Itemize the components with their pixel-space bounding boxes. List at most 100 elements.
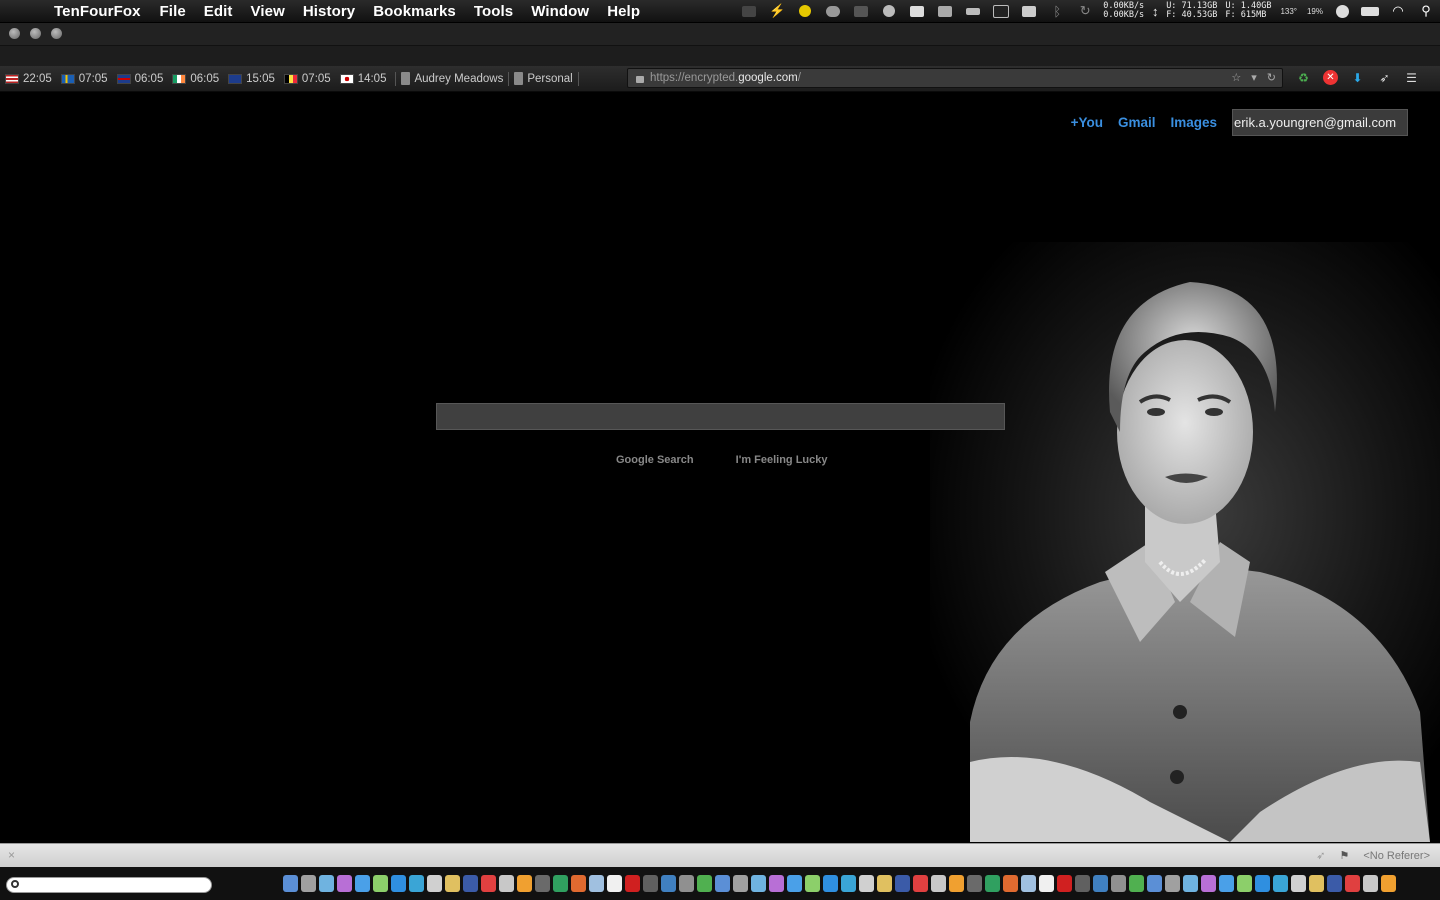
dock-app-icon[interactable] bbox=[589, 875, 604, 892]
account-button[interactable]: erik.a.youngren@gmail.com bbox=[1232, 109, 1408, 136]
dock-app-icon[interactable] bbox=[1057, 875, 1072, 892]
dock-app-icon[interactable] bbox=[463, 875, 478, 892]
recycle-icon[interactable]: ♻ bbox=[1296, 70, 1311, 85]
dock-app-icon[interactable] bbox=[1039, 875, 1054, 892]
dock-app-icon[interactable] bbox=[301, 875, 316, 892]
dock-app-icon[interactable] bbox=[1075, 875, 1090, 892]
dock-app-icon[interactable] bbox=[859, 875, 874, 892]
battery-device-icon[interactable] bbox=[959, 0, 987, 22]
dock-app-icon[interactable] bbox=[625, 875, 640, 892]
world-clock-gb[interactable]: 06:05 bbox=[116, 73, 163, 85]
dock-app-icon[interactable] bbox=[1093, 875, 1108, 892]
menu-view[interactable]: View bbox=[242, 3, 294, 20]
dock-app-icon[interactable] bbox=[697, 875, 712, 892]
dock-app-icon[interactable] bbox=[1219, 875, 1234, 892]
search-input[interactable] bbox=[436, 403, 1005, 430]
dock-app-icon[interactable] bbox=[409, 875, 424, 892]
dock-app-icon[interactable] bbox=[823, 875, 838, 892]
dock-app-icon[interactable] bbox=[571, 875, 586, 892]
world-clock-ie[interactable]: 06:05 bbox=[172, 73, 219, 85]
list-icon[interactable] bbox=[847, 0, 875, 22]
bluetooth-icon[interactable]: ᛒ bbox=[1043, 0, 1071, 22]
dock-app-icon[interactable] bbox=[877, 875, 892, 892]
lock-icon[interactable] bbox=[636, 75, 644, 83]
dock-app-icon[interactable] bbox=[769, 875, 784, 892]
plus-you-link[interactable]: +You bbox=[1071, 115, 1103, 130]
sync-icon[interactable]: ↻ bbox=[1071, 0, 1099, 22]
dock-app-icon[interactable] bbox=[787, 875, 802, 892]
close-icon[interactable]: × bbox=[8, 848, 15, 862]
dock-app-icon[interactable] bbox=[931, 875, 946, 892]
dock-app-icon[interactable] bbox=[949, 875, 964, 892]
dock-app-icon[interactable] bbox=[1165, 875, 1180, 892]
dock-app-icon[interactable] bbox=[283, 875, 298, 892]
dock-app-icon[interactable] bbox=[1003, 875, 1018, 892]
zoom-window-icon[interactable] bbox=[51, 28, 62, 39]
stop-icon[interactable]: ✕ bbox=[1323, 70, 1338, 85]
world-clock-se[interactable]: 07:05 bbox=[60, 73, 108, 85]
dock-app-icon[interactable] bbox=[1327, 875, 1342, 892]
url-bar[interactable]: https:// encrypted. google.com / ☆ ▾ ↻ bbox=[627, 68, 1283, 88]
flag-icon[interactable]: ⚑ bbox=[1339, 849, 1349, 862]
dock-app-icon[interactable] bbox=[1291, 875, 1306, 892]
dock-app-icon[interactable] bbox=[1363, 875, 1378, 892]
dock-app-icon[interactable] bbox=[499, 875, 514, 892]
dock-app-icon[interactable] bbox=[517, 875, 532, 892]
dock-app-icon[interactable] bbox=[1237, 875, 1252, 892]
menu-file[interactable]: File bbox=[151, 3, 195, 20]
warning-icon[interactable] bbox=[791, 0, 819, 22]
menu-icon[interactable]: ☰ bbox=[1404, 70, 1419, 85]
gear-icon[interactable] bbox=[735, 0, 763, 22]
minimize-window-icon[interactable] bbox=[30, 28, 41, 39]
dock-app-icon[interactable] bbox=[967, 875, 982, 892]
clipboard-icon[interactable] bbox=[1015, 0, 1043, 22]
dock-app-icon[interactable] bbox=[1309, 875, 1324, 892]
dock-app-icon[interactable] bbox=[1201, 875, 1216, 892]
dock-app-icon[interactable] bbox=[1255, 875, 1270, 892]
dock-app-icon[interactable] bbox=[445, 875, 460, 892]
dock-app-icon[interactable] bbox=[841, 875, 856, 892]
images-link[interactable]: Images bbox=[1170, 115, 1217, 130]
dock-app-icon[interactable] bbox=[535, 875, 550, 892]
google-search-button[interactable]: Google Search bbox=[606, 452, 704, 468]
dock-app-icon[interactable] bbox=[481, 875, 496, 892]
close-window-icon[interactable] bbox=[9, 28, 20, 39]
dock-app-icon[interactable] bbox=[1111, 875, 1126, 892]
dock-app-icon[interactable] bbox=[985, 875, 1000, 892]
clock-icon[interactable] bbox=[875, 0, 903, 22]
menu-window[interactable]: Window bbox=[522, 3, 598, 20]
dock-app-icon[interactable] bbox=[319, 875, 334, 892]
dock-app-icon[interactable] bbox=[733, 875, 748, 892]
dock-app-icon[interactable] bbox=[715, 875, 730, 892]
dock-app-icon[interactable] bbox=[607, 875, 622, 892]
reload-icon[interactable]: ↻ bbox=[1267, 71, 1276, 84]
feather-icon[interactable]: ➶ bbox=[1377, 70, 1392, 85]
world-clock-us[interactable]: 22:05 bbox=[5, 73, 52, 85]
dock-app-icon[interactable] bbox=[1183, 875, 1198, 892]
dock-app-icon[interactable] bbox=[1381, 875, 1396, 892]
feeling-lucky-button[interactable]: I'm Feeling Lucky bbox=[726, 452, 838, 468]
app-menu[interactable]: TenFourFox bbox=[54, 3, 151, 20]
battery-icon[interactable] bbox=[1356, 0, 1384, 22]
dock-app-icon[interactable] bbox=[805, 875, 820, 892]
dock-app-icon[interactable] bbox=[1021, 875, 1036, 892]
spotlight-search-icon[interactable]: ⚲ bbox=[1412, 0, 1440, 22]
display-icon[interactable] bbox=[987, 0, 1015, 22]
dock-app-icon[interactable] bbox=[661, 875, 676, 892]
dock-app-icon[interactable] bbox=[355, 875, 370, 892]
bookmark-folder-audrey-meadows[interactable]: Audrey Meadows bbox=[401, 72, 503, 85]
hat-icon[interactable] bbox=[819, 0, 847, 22]
dock-app-icon[interactable] bbox=[1129, 875, 1144, 892]
dock-app-icon[interactable] bbox=[895, 875, 910, 892]
menu-help[interactable]: Help bbox=[598, 3, 649, 20]
dock-app-icon[interactable] bbox=[391, 875, 406, 892]
world-clock-au[interactable]: 15:05 bbox=[228, 73, 275, 85]
dock-app-icon[interactable] bbox=[427, 875, 442, 892]
dock-app-icon[interactable] bbox=[679, 875, 694, 892]
referer-status[interactable]: <No Referer> bbox=[1363, 850, 1430, 862]
world-clock-be[interactable]: 07:05 bbox=[283, 73, 331, 85]
time-machine-icon[interactable] bbox=[1328, 0, 1356, 22]
dock-app-icon[interactable] bbox=[1273, 875, 1288, 892]
feather-icon[interactable]: ➶ bbox=[1316, 849, 1325, 862]
dock-app-icon[interactable] bbox=[1345, 875, 1360, 892]
